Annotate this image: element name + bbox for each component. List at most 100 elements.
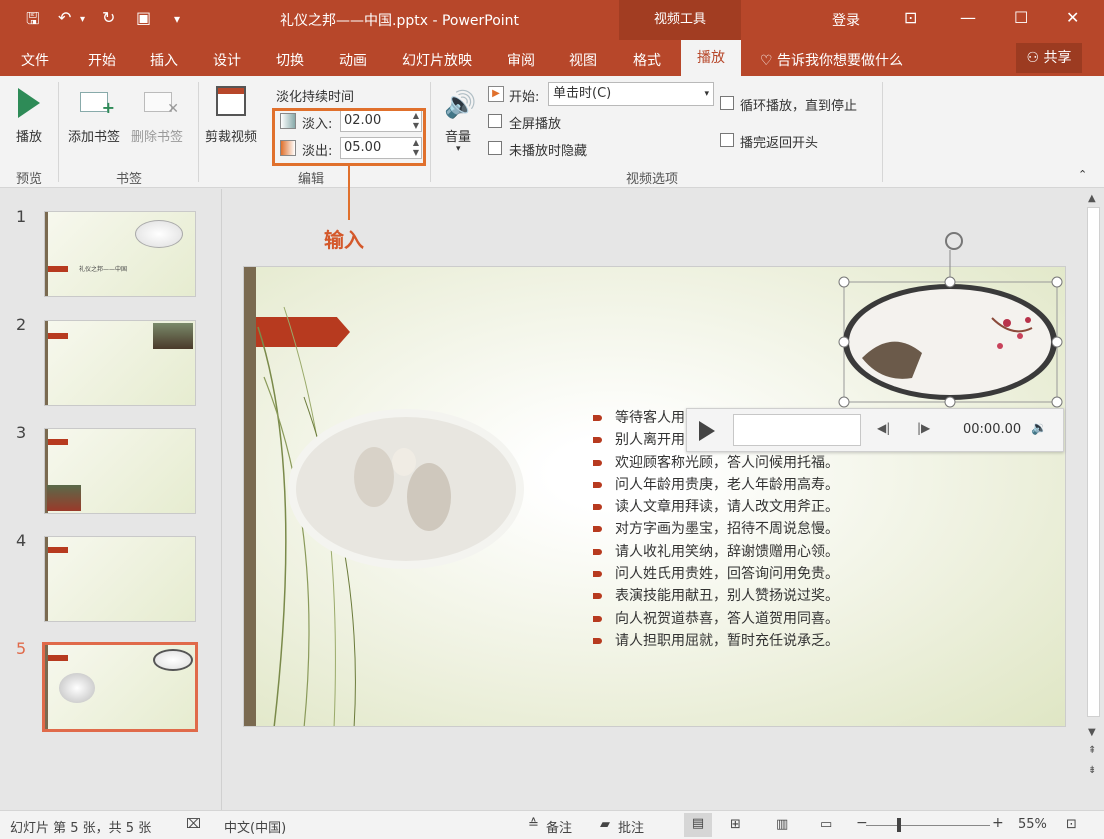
slideshow-view-icon[interactable]: ▭ <box>820 817 832 832</box>
login-button[interactable]: 登录 <box>832 10 860 30</box>
normal-view-icon[interactable]: ▤ <box>684 813 712 837</box>
scroll-thumb[interactable] <box>1087 207 1100 717</box>
minimize-icon[interactable]: — <box>960 8 976 27</box>
separator <box>58 82 59 182</box>
zoom-in-icon[interactable]: + <box>992 815 1004 831</box>
comments-icon[interactable]: ▰ <box>600 817 610 832</box>
zoom-level[interactable]: 55% <box>1018 817 1047 832</box>
video-progress-track[interactable] <box>733 414 861 446</box>
chevron-down-icon[interactable]: ▾ <box>704 83 709 105</box>
play-button[interactable]: 播放 <box>16 126 42 145</box>
list-item: 向人祝贺道恭喜，答人道贺用同喜。 <box>593 608 839 630</box>
scroll-up-icon[interactable]: ▲ <box>1088 193 1096 204</box>
video-play-icon[interactable] <box>699 421 715 441</box>
tab-slideshow[interactable]: 幻灯片放映 <box>402 50 472 70</box>
thumb-flag <box>48 547 68 553</box>
fade-highlight-box <box>272 108 426 166</box>
video-time: 00:00.00 <box>963 422 1022 437</box>
tab-playback[interactable]: 播放 <box>681 40 741 76</box>
close-icon[interactable]: ✕ <box>1066 8 1079 27</box>
vertical-scrollbar[interactable]: ▲ ▼ ⇞ ⇟ <box>1083 189 1104 810</box>
slide-thumbnail-1[interactable]: 礼仪之邦——中国 <box>44 211 196 297</box>
volume-icon[interactable]: 🔊 <box>444 90 476 120</box>
tab-view[interactable]: 视图 <box>569 50 597 70</box>
fit-to-window-icon[interactable]: ⊡ <box>1066 817 1077 832</box>
loop-checkbox[interactable] <box>720 96 734 110</box>
language-indicator[interactable]: 中文(中国) <box>224 817 286 836</box>
slide-thumbnail-4[interactable] <box>44 536 196 622</box>
slide-thumbnail-2[interactable] <box>44 320 196 406</box>
undo-dropdown-icon[interactable]: ▾ <box>80 14 85 25</box>
thumb-flag <box>48 333 68 339</box>
thumb-caption: 礼仪之邦——中国 <box>79 266 128 273</box>
start-from-beginning-icon[interactable]: ▣ <box>136 8 151 27</box>
next-slide-icon[interactable]: ⇟ <box>1088 765 1096 776</box>
maximize-icon[interactable]: ☐ <box>1014 8 1028 27</box>
start-dropdown[interactable]: 单击时(C) ▾ <box>548 82 714 106</box>
slide-thumbnail-5[interactable] <box>42 642 198 732</box>
tab-file[interactable]: 文件 <box>21 50 49 70</box>
trim-video-button[interactable]: 剪裁视频 <box>205 126 257 145</box>
volume-dropdown-icon[interactable]: ▾ <box>456 144 461 154</box>
slide-info: 幻灯片 第 5 张，共 5 张 <box>10 821 152 836</box>
tab-design[interactable]: 设计 <box>213 50 241 70</box>
volume-button[interactable]: 音量 <box>445 126 471 145</box>
zoom-slider-thumb[interactable] <box>897 818 901 832</box>
save-icon[interactable]: 🖫 <box>26 8 40 35</box>
thumb-image <box>59 673 95 703</box>
thumb-flag <box>48 266 68 272</box>
tell-me-search[interactable]: ♡ 告诉我你想要做什么 <box>760 50 903 70</box>
add-bookmark-icon[interactable]: + <box>80 92 115 117</box>
remove-bookmark-button: 删除书签 <box>131 130 184 145</box>
previous-slide-icon[interactable]: ⇞ <box>1088 745 1096 756</box>
tab-transitions[interactable]: 切换 <box>276 50 304 70</box>
thumb-image <box>47 485 81 511</box>
thumb-image <box>153 323 193 349</box>
step-back-icon[interactable]: ◀| <box>877 421 890 435</box>
undo-icon[interactable]: ↶ <box>58 8 71 27</box>
group-label-preview: 预览 <box>16 172 43 187</box>
notes-icon[interactable]: ≙ <box>528 817 539 832</box>
start-label: 开始: <box>509 90 540 105</box>
zoom-slider[interactable] <box>866 825 990 826</box>
collapse-ribbon-icon[interactable]: ⌃ <box>1078 168 1087 181</box>
rotate-handle-icon[interactable] <box>945 232 963 250</box>
list-item: 请人收礼用笑纳，辞谢馈赠用心领。 <box>593 541 839 563</box>
tab-home[interactable]: 开始 <box>88 50 116 70</box>
share-button[interactable]: ⚇ 共享 <box>1016 43 1082 73</box>
thumb-flag <box>48 439 68 445</box>
fullscreen-checkbox[interactable] <box>488 114 502 128</box>
loop-label: 循环播放，直到停止 <box>740 99 858 114</box>
play-icon[interactable] <box>18 88 40 118</box>
group-label-bookmarks: 书签 <box>116 172 143 187</box>
fade-duration-label: 淡化持续时间 <box>276 90 355 105</box>
spellcheck-icon[interactable]: ⌧ <box>186 817 201 832</box>
slide-sorter-icon[interactable]: ⊞ <box>730 817 741 832</box>
group-label-video-options: 视频选项 <box>626 172 679 187</box>
comments-button[interactable]: 批注 <box>618 817 644 836</box>
slide-thumbnail-3[interactable] <box>44 428 196 514</box>
ribbon-tabs: 文件 开始 插入 设计 切换 动画 幻灯片放映 审阅 视图 格式 播放 ♡ 告诉… <box>0 40 1104 76</box>
hide-not-playing-checkbox[interactable] <box>488 141 502 155</box>
window-title: 礼仪之邦——中国.pptx - PowerPoint <box>280 13 520 29</box>
slide-thumbnails-pane: 1 礼仪之邦——中国 2 3 4 5 <box>0 189 222 810</box>
zoom-out-icon[interactable]: − <box>856 815 868 831</box>
video-object[interactable] <box>832 228 1072 418</box>
ribbon-display-options-icon[interactable]: ⊡ <box>904 8 917 27</box>
thumb-image <box>135 220 183 248</box>
step-forward-icon[interactable]: |▶ <box>917 421 930 435</box>
redo-icon[interactable]: ↻ <box>102 8 115 27</box>
scroll-down-icon[interactable]: ▼ <box>1088 727 1096 738</box>
reading-view-icon[interactable]: ▥ <box>776 817 788 832</box>
thumb-number: 4 <box>16 531 27 550</box>
add-bookmark-button[interactable]: 添加书签 <box>68 126 120 145</box>
customize-toolbar-icon[interactable]: ▾ <box>174 12 180 26</box>
tab-review[interactable]: 审阅 <box>507 50 535 70</box>
notes-button[interactable]: 备注 <box>546 817 572 836</box>
video-volume-icon[interactable]: 🔉 <box>1031 421 1047 436</box>
tab-format[interactable]: 格式 <box>633 50 661 70</box>
tab-animations[interactable]: 动画 <box>339 50 367 70</box>
rewind-checkbox[interactable] <box>720 133 734 147</box>
trim-video-icon[interactable] <box>216 86 246 116</box>
tab-insert[interactable]: 插入 <box>150 50 178 70</box>
